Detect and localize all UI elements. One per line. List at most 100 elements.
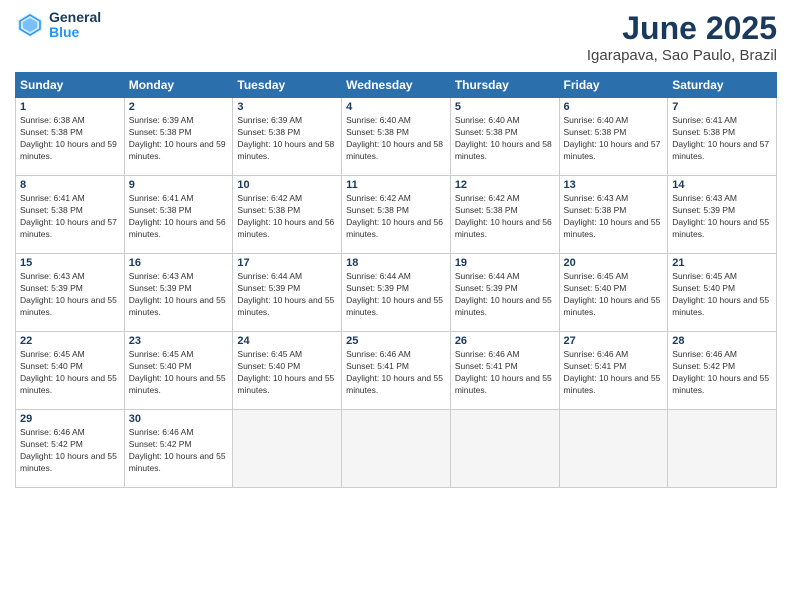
day-number: 24 xyxy=(237,335,337,347)
table-row: 13 Sunrise: 6:43 AM Sunset: 5:38 PM Dayl… xyxy=(559,176,668,254)
day-info: Sunrise: 6:45 AM Sunset: 5:40 PM Dayligh… xyxy=(237,349,337,397)
day-info: Sunrise: 6:38 AM Sunset: 5:38 PM Dayligh… xyxy=(20,115,120,163)
table-row: 19 Sunrise: 6:44 AM Sunset: 5:39 PM Dayl… xyxy=(450,254,559,332)
day-info: Sunrise: 6:44 AM Sunset: 5:39 PM Dayligh… xyxy=(346,271,446,319)
table-row: 30 Sunrise: 6:46 AM Sunset: 5:42 PM Dayl… xyxy=(124,410,233,488)
day-number: 10 xyxy=(237,179,337,191)
table-row: 14 Sunrise: 6:43 AM Sunset: 5:39 PM Dayl… xyxy=(668,176,777,254)
calendar-header-tuesday: Tuesday xyxy=(233,73,342,98)
day-info: Sunrise: 6:43 AM Sunset: 5:39 PM Dayligh… xyxy=(672,193,772,241)
day-number: 13 xyxy=(564,179,664,191)
table-row: 17 Sunrise: 6:44 AM Sunset: 5:39 PM Dayl… xyxy=(233,254,342,332)
table-row: 15 Sunrise: 6:43 AM Sunset: 5:39 PM Dayl… xyxy=(16,254,125,332)
day-info: Sunrise: 6:40 AM Sunset: 5:38 PM Dayligh… xyxy=(455,115,555,163)
day-number: 1 xyxy=(20,101,120,113)
calendar: SundayMondayTuesdayWednesdayThursdayFrid… xyxy=(15,72,777,488)
table-row: 29 Sunrise: 6:46 AM Sunset: 5:42 PM Dayl… xyxy=(16,410,125,488)
day-number: 20 xyxy=(564,257,664,269)
table-row: 16 Sunrise: 6:43 AM Sunset: 5:39 PM Dayl… xyxy=(124,254,233,332)
table-row: 24 Sunrise: 6:45 AM Sunset: 5:40 PM Dayl… xyxy=(233,332,342,410)
calendar-header-sunday: Sunday xyxy=(16,73,125,98)
day-info: Sunrise: 6:45 AM Sunset: 5:40 PM Dayligh… xyxy=(564,271,664,319)
day-number: 9 xyxy=(129,179,229,191)
day-info: Sunrise: 6:41 AM Sunset: 5:38 PM Dayligh… xyxy=(129,193,229,241)
table-row: 9 Sunrise: 6:41 AM Sunset: 5:38 PM Dayli… xyxy=(124,176,233,254)
day-number: 25 xyxy=(346,335,446,347)
day-info: Sunrise: 6:43 AM Sunset: 5:39 PM Dayligh… xyxy=(129,271,229,319)
day-number: 30 xyxy=(129,413,229,425)
day-info: Sunrise: 6:45 AM Sunset: 5:40 PM Dayligh… xyxy=(672,271,772,319)
day-number: 8 xyxy=(20,179,120,191)
table-row: 12 Sunrise: 6:42 AM Sunset: 5:38 PM Dayl… xyxy=(450,176,559,254)
calendar-header-monday: Monday xyxy=(124,73,233,98)
table-row: 7 Sunrise: 6:41 AM Sunset: 5:38 PM Dayli… xyxy=(668,98,777,176)
day-info: Sunrise: 6:45 AM Sunset: 5:40 PM Dayligh… xyxy=(20,349,120,397)
table-row: 21 Sunrise: 6:45 AM Sunset: 5:40 PM Dayl… xyxy=(668,254,777,332)
calendar-header-saturday: Saturday xyxy=(668,73,777,98)
table-row: 6 Sunrise: 6:40 AM Sunset: 5:38 PM Dayli… xyxy=(559,98,668,176)
day-number: 15 xyxy=(20,257,120,269)
table-row: 10 Sunrise: 6:42 AM Sunset: 5:38 PM Dayl… xyxy=(233,176,342,254)
title-block: June 2025 Igarapava, Sao Paulo, Brazil xyxy=(587,10,777,64)
day-number: 5 xyxy=(455,101,555,113)
table-row: 8 Sunrise: 6:41 AM Sunset: 5:38 PM Dayli… xyxy=(16,176,125,254)
calendar-header-friday: Friday xyxy=(559,73,668,98)
day-info: Sunrise: 6:46 AM Sunset: 5:41 PM Dayligh… xyxy=(455,349,555,397)
table-row: 2 Sunrise: 6:39 AM Sunset: 5:38 PM Dayli… xyxy=(124,98,233,176)
day-number: 19 xyxy=(455,257,555,269)
calendar-header-wednesday: Wednesday xyxy=(342,73,451,98)
day-info: Sunrise: 6:45 AM Sunset: 5:40 PM Dayligh… xyxy=(129,349,229,397)
table-row: 1 Sunrise: 6:38 AM Sunset: 5:38 PM Dayli… xyxy=(16,98,125,176)
table-row: 22 Sunrise: 6:45 AM Sunset: 5:40 PM Dayl… xyxy=(16,332,125,410)
day-number: 17 xyxy=(237,257,337,269)
day-info: Sunrise: 6:42 AM Sunset: 5:38 PM Dayligh… xyxy=(346,193,446,241)
table-row: 25 Sunrise: 6:46 AM Sunset: 5:41 PM Dayl… xyxy=(342,332,451,410)
table-row: 23 Sunrise: 6:45 AM Sunset: 5:40 PM Dayl… xyxy=(124,332,233,410)
table-row: 20 Sunrise: 6:45 AM Sunset: 5:40 PM Dayl… xyxy=(559,254,668,332)
page: General Blue June 2025 Igarapava, Sao Pa… xyxy=(0,0,792,612)
day-number: 6 xyxy=(564,101,664,113)
day-info: Sunrise: 6:46 AM Sunset: 5:42 PM Dayligh… xyxy=(129,427,229,475)
month-title: June 2025 xyxy=(587,10,777,47)
day-number: 2 xyxy=(129,101,229,113)
table-row: 4 Sunrise: 6:40 AM Sunset: 5:38 PM Dayli… xyxy=(342,98,451,176)
day-info: Sunrise: 6:42 AM Sunset: 5:38 PM Dayligh… xyxy=(455,193,555,241)
table-row: 18 Sunrise: 6:44 AM Sunset: 5:39 PM Dayl… xyxy=(342,254,451,332)
day-number: 22 xyxy=(20,335,120,347)
day-info: Sunrise: 6:46 AM Sunset: 5:42 PM Dayligh… xyxy=(20,427,120,475)
day-info: Sunrise: 6:44 AM Sunset: 5:39 PM Dayligh… xyxy=(237,271,337,319)
day-number: 11 xyxy=(346,179,446,191)
day-number: 4 xyxy=(346,101,446,113)
table-row xyxy=(342,410,451,488)
day-number: 26 xyxy=(455,335,555,347)
table-row xyxy=(450,410,559,488)
table-row: 11 Sunrise: 6:42 AM Sunset: 5:38 PM Dayl… xyxy=(342,176,451,254)
day-number: 3 xyxy=(237,101,337,113)
table-row: 26 Sunrise: 6:46 AM Sunset: 5:41 PM Dayl… xyxy=(450,332,559,410)
day-number: 28 xyxy=(672,335,772,347)
day-info: Sunrise: 6:40 AM Sunset: 5:38 PM Dayligh… xyxy=(564,115,664,163)
table-row xyxy=(559,410,668,488)
table-row: 28 Sunrise: 6:46 AM Sunset: 5:42 PM Dayl… xyxy=(668,332,777,410)
day-info: Sunrise: 6:42 AM Sunset: 5:38 PM Dayligh… xyxy=(237,193,337,241)
day-info: Sunrise: 6:39 AM Sunset: 5:38 PM Dayligh… xyxy=(237,115,337,163)
table-row xyxy=(668,410,777,488)
calendar-header-thursday: Thursday xyxy=(450,73,559,98)
day-number: 12 xyxy=(455,179,555,191)
table-row: 3 Sunrise: 6:39 AM Sunset: 5:38 PM Dayli… xyxy=(233,98,342,176)
day-number: 29 xyxy=(20,413,120,425)
day-info: Sunrise: 6:46 AM Sunset: 5:42 PM Dayligh… xyxy=(672,349,772,397)
table-row: 27 Sunrise: 6:46 AM Sunset: 5:41 PM Dayl… xyxy=(559,332,668,410)
table-row: 5 Sunrise: 6:40 AM Sunset: 5:38 PM Dayli… xyxy=(450,98,559,176)
logo-icon xyxy=(15,10,45,40)
day-info: Sunrise: 6:40 AM Sunset: 5:38 PM Dayligh… xyxy=(346,115,446,163)
day-number: 23 xyxy=(129,335,229,347)
logo-text: General Blue xyxy=(49,10,101,41)
day-info: Sunrise: 6:41 AM Sunset: 5:38 PM Dayligh… xyxy=(672,115,772,163)
day-info: Sunrise: 6:43 AM Sunset: 5:39 PM Dayligh… xyxy=(20,271,120,319)
day-info: Sunrise: 6:39 AM Sunset: 5:38 PM Dayligh… xyxy=(129,115,229,163)
day-info: Sunrise: 6:41 AM Sunset: 5:38 PM Dayligh… xyxy=(20,193,120,241)
day-info: Sunrise: 6:43 AM Sunset: 5:38 PM Dayligh… xyxy=(564,193,664,241)
day-number: 21 xyxy=(672,257,772,269)
table-row xyxy=(233,410,342,488)
